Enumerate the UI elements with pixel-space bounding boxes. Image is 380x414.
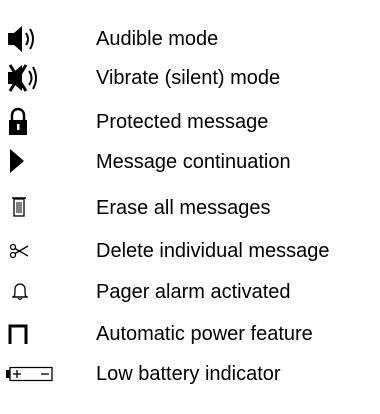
- speaker-vibrate-icon: [0, 58, 56, 98]
- legend-label-alarm: Pager alarm activated: [96, 281, 291, 303]
- padlock-icon: [0, 102, 56, 142]
- legend-label-continuation: Message continuation: [96, 151, 291, 173]
- legend-label-power: Automatic power feature: [96, 323, 313, 345]
- legend-label-audible: Audible mode: [96, 28, 219, 50]
- legend-label-erase-all: Erase all messages: [96, 197, 271, 219]
- legend-row-audible: Audible mode: [0, 19, 380, 59]
- play-triangle-icon: [0, 142, 56, 182]
- legend-row-vibrate: Vibrate (silent) mode: [0, 58, 380, 98]
- legend-label-protected: Protected message: [96, 111, 269, 133]
- legend-row-battery: Low battery indicator: [0, 354, 380, 394]
- legend-label-delete: Delete individual message: [96, 240, 330, 262]
- legend-row-alarm: Pager alarm activated: [0, 272, 380, 312]
- legend-row-erase-all: Erase all messages: [0, 188, 380, 228]
- bell-icon: [0, 272, 56, 312]
- legend-row-protected: Protected message: [0, 102, 380, 142]
- trash-can-icon: [0, 188, 56, 228]
- legend-row-delete: Delete individual message: [0, 231, 380, 271]
- scissors-icon: [0, 231, 56, 271]
- legend-row-continuation: Message continuation: [0, 142, 380, 182]
- power-bracket-icon: [0, 314, 56, 354]
- legend-row-power: Automatic power feature: [0, 314, 380, 354]
- legend-label-vibrate: Vibrate (silent) mode: [96, 67, 281, 89]
- speaker-sound-icon: [0, 19, 56, 59]
- icon-legend: Audible mode Vibrate (silent) mode Prote…: [0, 0, 380, 414]
- battery-icon: [0, 354, 56, 394]
- legend-label-battery: Low battery indicator: [96, 363, 281, 385]
